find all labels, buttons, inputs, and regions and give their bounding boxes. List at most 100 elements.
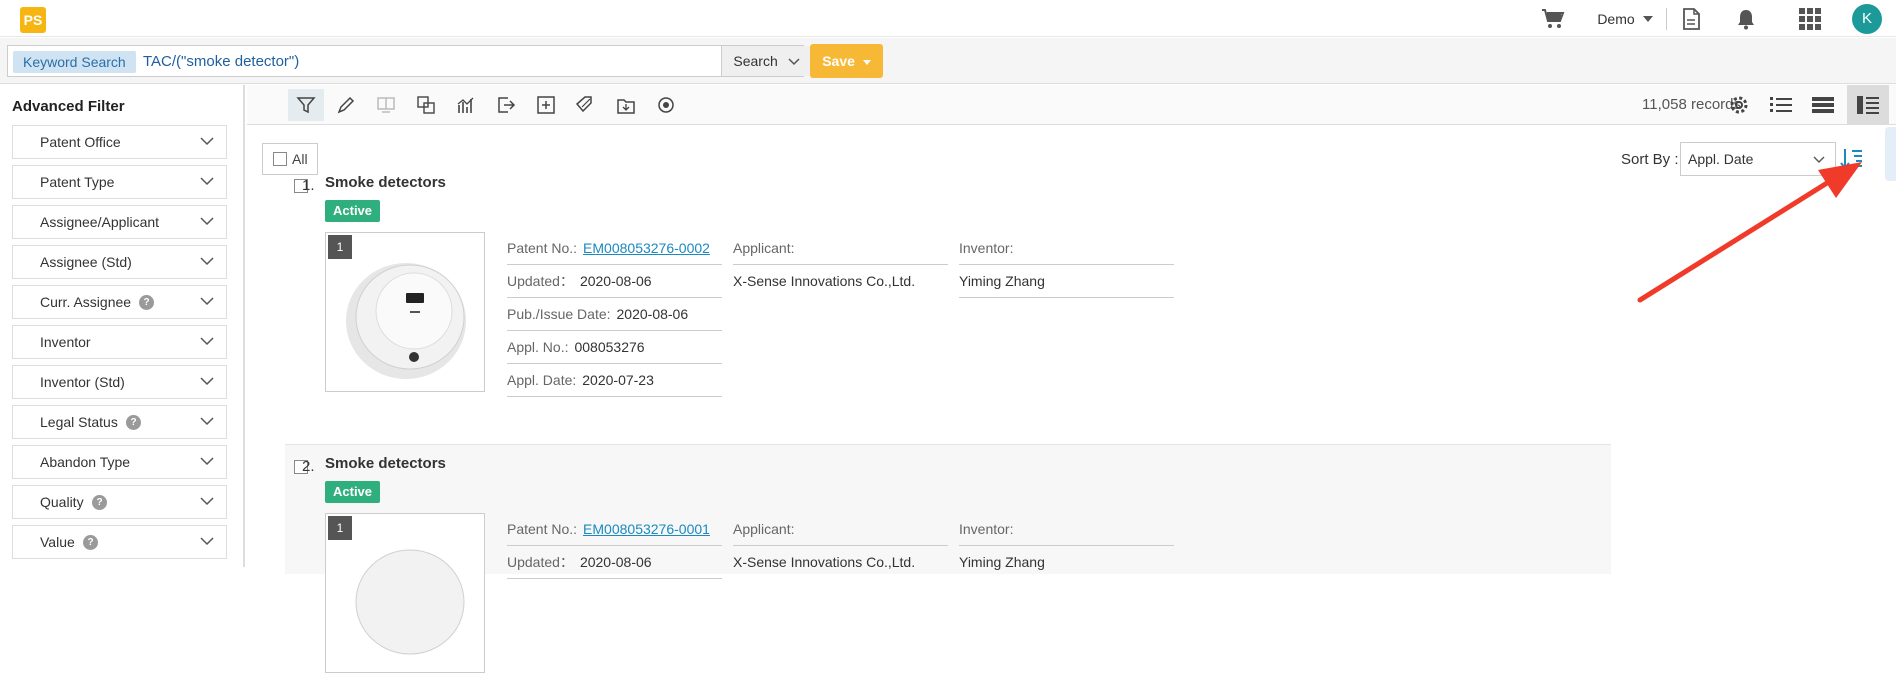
help-icon[interactable]: ?: [92, 495, 107, 510]
patent-image[interactable]: 1: [325, 513, 485, 673]
filter-curr-assignee[interactable]: Curr. Assignee?: [12, 285, 227, 319]
avatar[interactable]: K: [1851, 0, 1883, 37]
chevron-down-icon: [200, 457, 214, 466]
highlight-pen-icon[interactable]: [328, 89, 364, 121]
filter-patent-type[interactable]: Patent Type: [12, 165, 227, 199]
search-button-label: Search: [733, 53, 778, 69]
detail-view-icon[interactable]: [1847, 85, 1889, 125]
cart-icon[interactable]: [1538, 0, 1568, 37]
bell-icon[interactable]: [1730, 0, 1762, 37]
user-menu[interactable]: Demo: [1590, 0, 1660, 37]
inventor-label-field: Inventor:: [959, 232, 1174, 265]
patent-image[interactable]: 1: [325, 232, 485, 392]
inventor-value: Yiming Zhang: [959, 273, 1045, 289]
filter-abandon-type[interactable]: Abandon Type: [12, 445, 227, 479]
patent-no-field: Patent No.: EM008053276-0001: [507, 513, 722, 546]
filter-patent-office[interactable]: Patent Office: [12, 125, 227, 159]
folder-save-icon[interactable]: [608, 89, 644, 121]
applicant-label: Applicant:: [733, 240, 795, 256]
help-icon[interactable]: ?: [126, 415, 141, 430]
applicant-value-field: X-Sense Innovations Co.,Ltd.: [733, 265, 948, 298]
image-count: 1: [328, 235, 352, 259]
sort-by-value: Appl. Date: [1688, 151, 1754, 167]
filter-icon[interactable]: [288, 89, 324, 121]
inventor-label: Inventor:: [959, 240, 1014, 256]
chevron-down-icon: [788, 58, 800, 66]
filter-assignee-applicant[interactable]: Assignee/Applicant: [12, 205, 227, 239]
filter-inventor-std[interactable]: Inventor (Std): [12, 365, 227, 399]
checkbox[interactable]: [273, 152, 287, 166]
filter-label: Assignee (Std): [40, 254, 132, 270]
apps-grid-icon[interactable]: [1794, 0, 1826, 37]
appl-no-label: Appl. No.:: [507, 339, 569, 355]
result-title[interactable]: Smoke detectors: [325, 455, 446, 472]
compact-view-icon[interactable]: [1805, 89, 1841, 121]
status-badge: Active: [325, 481, 381, 503]
filter-value[interactable]: Value?: [12, 525, 227, 559]
translate-icon[interactable]: [408, 89, 444, 121]
applicant-label-field: Applicant:: [733, 232, 948, 265]
result-item: 2. Smoke detectors Active 1 Patent No.: E…: [285, 444, 1611, 673]
updated-value: 2020-08-06: [579, 273, 652, 289]
filter-inventor[interactable]: Inventor: [12, 325, 227, 359]
search-query[interactable]: TAC/("smoke detector"): [143, 51, 299, 73]
image-count: 1: [328, 516, 352, 540]
filter-label: Quality: [40, 494, 84, 510]
tag-icon[interactable]: [568, 89, 604, 121]
add-icon[interactable]: [528, 89, 564, 121]
avatar-initial: K: [1852, 3, 1882, 34]
chevron-down-icon: [200, 177, 214, 186]
chevron-down-icon: [200, 217, 214, 226]
help-icon[interactable]: ?: [83, 535, 98, 550]
sort-order-icon[interactable]: [1839, 146, 1865, 172]
search-input[interactable]: Keyword Search TAC/("smoke detector") Se…: [7, 45, 811, 77]
patent-no-link[interactable]: EM008053276-0002: [583, 240, 710, 256]
patent-no-link[interactable]: EM008053276-0001: [583, 521, 710, 537]
chevron-down-icon: [200, 497, 214, 506]
patent-no-field: Patent No.: EM008053276-0002: [507, 232, 722, 265]
filter-assignee-std[interactable]: Assignee (Std): [12, 245, 227, 279]
applicant-label-field: Applicant:: [733, 513, 948, 546]
updated-label: Updated：: [507, 554, 574, 570]
chevron-down-icon: [200, 297, 214, 306]
compare-icon[interactable]: [368, 89, 404, 121]
inventor-value-field: Yiming Zhang: [959, 546, 1174, 579]
filter-label: Patent Office: [40, 134, 121, 150]
updated-field: Updated： 2020-08-06: [507, 265, 722, 298]
export-icon[interactable]: [488, 89, 524, 121]
sort-by-select[interactable]: Appl. Date: [1680, 142, 1836, 176]
sort-by-label: Sort By :: [1621, 151, 1679, 168]
filter-label: Inventor: [40, 334, 91, 350]
save-button[interactable]: Save: [810, 44, 883, 78]
pub-date-label: Pub./Issue Date:: [507, 306, 611, 322]
select-all-label: All: [292, 151, 308, 167]
keyword-search-tag[interactable]: Keyword Search: [13, 51, 136, 73]
chevron-down-icon: [200, 417, 214, 426]
chevron-down-icon: [200, 537, 214, 546]
user-menu-label: Demo: [1597, 10, 1635, 27]
inventor-value-field: Yiming Zhang: [959, 265, 1174, 298]
caret-down-icon: [862, 60, 871, 65]
appl-no-field: Appl. No.: 008053276: [507, 331, 722, 364]
chevron-down-icon: [1813, 156, 1825, 163]
pub-date-value: 2020-08-06: [616, 306, 689, 322]
filter-label: Value: [40, 534, 75, 550]
filter-legal-status[interactable]: Legal Status?: [12, 405, 227, 439]
filter-quality[interactable]: Quality?: [12, 485, 227, 519]
side-panel-tab[interactable]: [1885, 127, 1896, 181]
search-button[interactable]: Search: [721, 46, 811, 76]
result-title[interactable]: Smoke detectors: [325, 174, 446, 191]
sidebar-title: Advanced Filter: [12, 98, 125, 115]
pub-date-field: Pub./Issue Date: 2020-08-06: [507, 298, 722, 331]
appl-date-value: 2020-07-23: [582, 372, 654, 388]
analytics-chart-icon[interactable]: [448, 89, 484, 121]
help-icon[interactable]: ?: [139, 295, 154, 310]
monitor-icon[interactable]: [648, 89, 684, 121]
document-icon[interactable]: [1675, 0, 1707, 37]
list-view-icon[interactable]: [1763, 89, 1799, 121]
app-logo[interactable]: PS: [20, 7, 46, 33]
settings-icon[interactable]: [1721, 89, 1757, 121]
appl-date-label: Appl. Date:: [507, 372, 577, 388]
filter-label: Abandon Type: [40, 454, 131, 470]
filter-label: Curr. Assignee: [40, 294, 132, 310]
